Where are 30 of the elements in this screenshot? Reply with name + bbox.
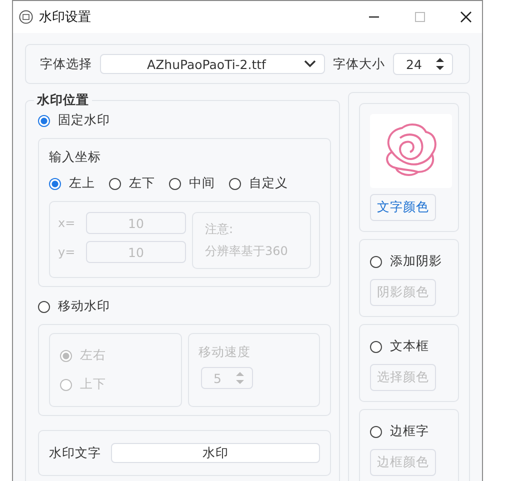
radio-option[interactable]: 移动水印 xyxy=(38,295,110,318)
y-label: y= xyxy=(58,245,74,259)
window-title: 水印设置 xyxy=(39,9,91,26)
x-label: x= xyxy=(58,216,74,230)
font-dropdown[interactable]: AZhuPaoPaoTi-2.ttf xyxy=(100,54,325,74)
note-text: 分辨率基于360 xyxy=(205,243,289,260)
group-title: 水印位置 xyxy=(36,92,90,109)
radio-option[interactable]: 中间 xyxy=(169,172,215,195)
size-label: 字体大小 xyxy=(333,56,385,72)
style-radio[interactable]: 边框字 xyxy=(370,420,429,443)
chevron-down-icon xyxy=(304,60,316,68)
size-spinner[interactable]: 24 xyxy=(393,53,453,75)
radio-option[interactable]: 左上 xyxy=(49,172,95,195)
rose-icon xyxy=(370,114,452,188)
radio-option[interactable]: 固定水印 xyxy=(38,109,110,132)
text-field[interactable]: 水印 xyxy=(111,443,320,463)
speed-label: 移动速度 xyxy=(198,344,250,361)
style-radio[interactable]: 文本框 xyxy=(370,335,429,358)
text-color-button[interactable]: 文字颜色 xyxy=(370,194,436,221)
text-label: 水印文字 xyxy=(49,444,101,462)
spinner-arrows-icon xyxy=(236,371,244,385)
radio-option[interactable]: 自定义 xyxy=(229,172,288,195)
note-title: 注意: xyxy=(205,221,234,238)
coordinates-label: 输入坐标 xyxy=(49,149,102,166)
close-icon[interactable] xyxy=(460,11,472,23)
app-icon xyxy=(19,10,33,24)
style-radio[interactable]: 添加阴影 xyxy=(370,250,442,273)
radio-option[interactable]: 左下 xyxy=(109,172,155,195)
font-label: 字体选择 xyxy=(40,56,92,72)
spinner-arrows-icon xyxy=(436,57,444,71)
